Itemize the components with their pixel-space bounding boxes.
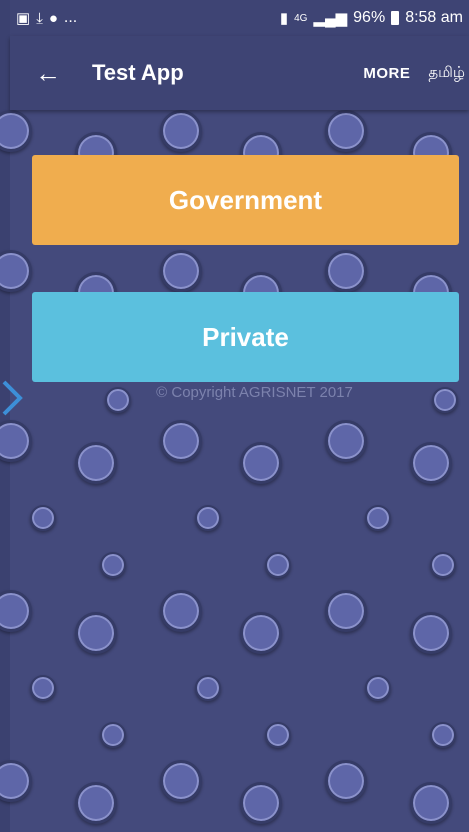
pattern-circle (160, 590, 202, 632)
pattern-circle (325, 760, 367, 802)
pattern-circle (160, 420, 202, 462)
pattern-circle (240, 442, 282, 484)
status-more: ... (63, 9, 78, 26)
pattern-circle (0, 110, 32, 152)
language-button[interactable]: தமிழ் (428, 64, 465, 83)
pattern-circle (100, 722, 126, 748)
pattern-circle (430, 552, 456, 578)
pattern-circle (240, 612, 282, 654)
pattern-circle (75, 612, 117, 654)
chevron-right-icon[interactable] (0, 378, 26, 418)
image-icon: ▣ (16, 10, 31, 27)
back-arrow-icon[interactable]: ← (20, 45, 76, 101)
pattern-circle (365, 675, 391, 701)
pattern-circle (30, 505, 56, 531)
private-label: Private (202, 321, 289, 352)
pattern-circle (410, 782, 452, 824)
network-type: 4G (294, 12, 308, 24)
download-icon: ⤓ (36, 9, 43, 27)
pattern-circle (0, 420, 32, 462)
copyright-text: © Copyright AGRISNET 2017 (156, 384, 353, 401)
private-button[interactable]: Private (32, 292, 459, 382)
pattern-circle (100, 552, 126, 578)
status-bar: ▣ ⤓ ● ... ▮ 4G ▂▄▆ 96% 8:58 am (10, 0, 469, 36)
pattern-circle (160, 110, 202, 152)
app-bar: ← Test App MORE தமிழ் (10, 36, 469, 110)
app-screen: ▣ ⤓ ● ... ▮ 4G ▂▄▆ 96% 8:58 am ← Test Ap… (0, 0, 469, 832)
status-right: ▮ 4G ▂▄▆ 96% 8:58 am (280, 9, 463, 27)
pattern-circle (325, 250, 367, 292)
pattern-circle (410, 442, 452, 484)
pattern-circle (75, 442, 117, 484)
clock: 8:58 am (405, 9, 463, 26)
pattern-circle (30, 675, 56, 701)
sim-icon: ▮ (279, 10, 289, 27)
pattern-circle (365, 505, 391, 531)
government-label: Government (168, 184, 323, 215)
page-title: Test App (92, 60, 184, 85)
pattern-circle (0, 590, 32, 632)
more-button[interactable]: MORE (363, 65, 410, 82)
phone-icon: ● (48, 9, 58, 27)
pattern-circle (265, 552, 291, 578)
pattern-circle (75, 782, 117, 824)
pattern-circle (325, 420, 367, 462)
government-button[interactable]: Government (32, 155, 459, 245)
pattern-circle (0, 760, 32, 802)
pattern-circle (0, 250, 32, 292)
pattern-circle (160, 250, 202, 292)
pattern-circle (325, 110, 367, 152)
pattern-circle (240, 782, 282, 824)
pattern-circle (265, 722, 291, 748)
pattern-circle (195, 675, 221, 701)
pattern-circle (410, 612, 452, 654)
pattern-circle (430, 722, 456, 748)
pattern-circle (195, 505, 221, 531)
pattern-circle (325, 590, 367, 632)
status-left: ▣ ⤓ ● ... (16, 9, 77, 27)
signal-icon: ▂▄▆ (313, 10, 348, 27)
battery-percent: 96% (353, 9, 386, 26)
battery-icon (391, 11, 400, 25)
pattern-circle (160, 760, 202, 802)
